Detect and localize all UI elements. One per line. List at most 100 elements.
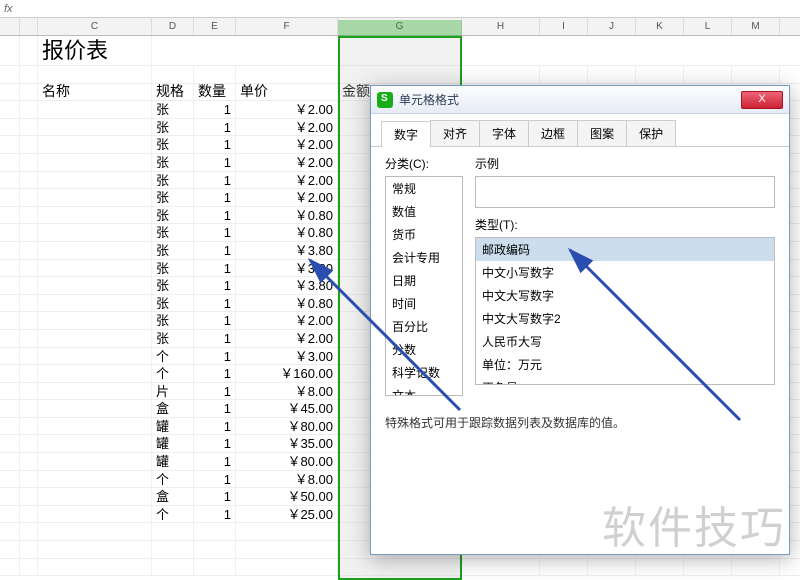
cell[interactable]: ￥160.00 <box>236 365 338 382</box>
cell[interactable] <box>0 348 20 365</box>
cell[interactable] <box>0 101 20 118</box>
cell[interactable]: 盒 <box>152 488 194 505</box>
cell[interactable] <box>20 242 38 259</box>
cell[interactable]: 1 <box>194 400 236 417</box>
cell[interactable]: 张 <box>152 224 194 241</box>
cell[interactable]: ￥0.80 <box>236 295 338 312</box>
cell[interactable]: 1 <box>194 207 236 224</box>
formula-bar[interactable]: fx <box>0 0 800 18</box>
cell[interactable]: ￥0.80 <box>236 224 338 241</box>
cell[interactable]: ￥35.00 <box>236 435 338 452</box>
cell[interactable]: ￥2.00 <box>236 154 338 171</box>
column-headers[interactable]: C D E F G H I J K L M <box>0 18 800 36</box>
cell[interactable]: 1 <box>194 172 236 189</box>
cell[interactable] <box>732 66 780 83</box>
cell[interactable]: 张 <box>152 101 194 118</box>
cell[interactable] <box>0 224 20 241</box>
cell[interactable] <box>20 101 38 118</box>
cell[interactable] <box>38 172 152 189</box>
cell[interactable] <box>38 154 152 171</box>
cell[interactable]: ￥2.00 <box>236 172 338 189</box>
cell[interactable]: 张 <box>152 312 194 329</box>
cell[interactable] <box>462 66 540 83</box>
col-hdr[interactable]: H <box>462 18 540 35</box>
cell[interactable] <box>194 66 236 83</box>
cell[interactable] <box>0 330 20 347</box>
cell[interactable]: ￥2.00 <box>236 312 338 329</box>
cell[interactable]: 1 <box>194 312 236 329</box>
cell[interactable]: 片 <box>152 383 194 400</box>
cell[interactable]: 张 <box>152 172 194 189</box>
cell[interactable] <box>732 559 780 576</box>
cell[interactable]: ￥50.00 <box>236 488 338 505</box>
cell[interactable] <box>38 418 152 435</box>
cell[interactable]: 1 <box>194 488 236 505</box>
cell[interactable] <box>338 66 462 83</box>
cell[interactable] <box>20 365 38 382</box>
category-item[interactable]: 文本 <box>386 384 462 396</box>
sheet-title[interactable]: 报价表 <box>38 36 152 65</box>
cell[interactable]: ￥2.00 <box>236 189 338 206</box>
col-hdr[interactable] <box>0 18 20 35</box>
cell[interactable] <box>0 523 20 540</box>
col-hdr[interactable]: E <box>194 18 236 35</box>
cell[interactable] <box>152 66 194 83</box>
cell[interactable] <box>540 559 588 576</box>
type-item[interactable]: 中文大写数字 <box>476 284 774 307</box>
cell[interactable] <box>38 488 152 505</box>
cell[interactable] <box>38 189 152 206</box>
cell[interactable]: 1 <box>194 277 236 294</box>
type-item[interactable]: 人民币大写 <box>476 330 774 353</box>
type-item[interactable]: 单位：万元 <box>476 353 774 376</box>
cell[interactable] <box>152 559 194 576</box>
tab-3[interactable]: 边框 <box>528 120 578 146</box>
cell[interactable] <box>38 224 152 241</box>
cell[interactable] <box>38 523 152 540</box>
col-hdr[interactable]: J <box>588 18 636 35</box>
cell[interactable]: 张 <box>152 154 194 171</box>
cell[interactable] <box>0 435 20 452</box>
cell[interactable]: 单价 <box>236 84 338 101</box>
cell[interactable]: ￥2.00 <box>236 136 338 153</box>
cell[interactable]: ￥80.00 <box>236 418 338 435</box>
type-item[interactable]: 中文大写数字2 <box>476 307 774 330</box>
cell[interactable] <box>0 260 20 277</box>
cell[interactable]: ￥2.00 <box>236 101 338 118</box>
cell[interactable] <box>38 119 152 136</box>
cell[interactable] <box>194 541 236 558</box>
cell[interactable] <box>20 435 38 452</box>
cell[interactable]: 1 <box>194 260 236 277</box>
type-item[interactable]: 邮政编码 <box>476 238 774 261</box>
cell[interactable] <box>194 559 236 576</box>
cell[interactable] <box>38 312 152 329</box>
cell[interactable] <box>236 523 338 540</box>
col-hdr[interactable]: D <box>152 18 194 35</box>
col-hdr[interactable]: L <box>684 18 732 35</box>
cell[interactable] <box>0 418 20 435</box>
cell[interactable]: 规格 <box>152 84 194 101</box>
cell[interactable]: 1 <box>194 154 236 171</box>
cell[interactable] <box>38 559 152 576</box>
cell[interactable] <box>0 189 20 206</box>
cell[interactable] <box>236 559 338 576</box>
category-item[interactable]: 时间 <box>386 292 462 315</box>
cell[interactable] <box>0 453 20 470</box>
cell[interactable]: 1 <box>194 119 236 136</box>
tab-4[interactable]: 图案 <box>577 120 627 146</box>
type-list[interactable]: 邮政编码中文小写数字中文大写数字中文大写数字2人民币大写单位：万元正负号 <box>475 237 775 385</box>
cell[interactable] <box>684 66 732 83</box>
cell[interactable] <box>20 330 38 347</box>
cell[interactable] <box>20 260 38 277</box>
category-item[interactable]: 数值 <box>386 200 462 223</box>
cell[interactable] <box>20 312 38 329</box>
cell[interactable]: 张 <box>152 119 194 136</box>
cell[interactable] <box>38 136 152 153</box>
cell[interactable] <box>152 523 194 540</box>
cell[interactable]: ￥2.00 <box>236 119 338 136</box>
col-hdr[interactable]: I <box>540 18 588 35</box>
col-hdr[interactable]: K <box>636 18 684 35</box>
cell[interactable] <box>38 295 152 312</box>
cell[interactable] <box>20 471 38 488</box>
cell[interactable] <box>338 559 462 576</box>
category-item[interactable]: 常规 <box>386 177 462 200</box>
